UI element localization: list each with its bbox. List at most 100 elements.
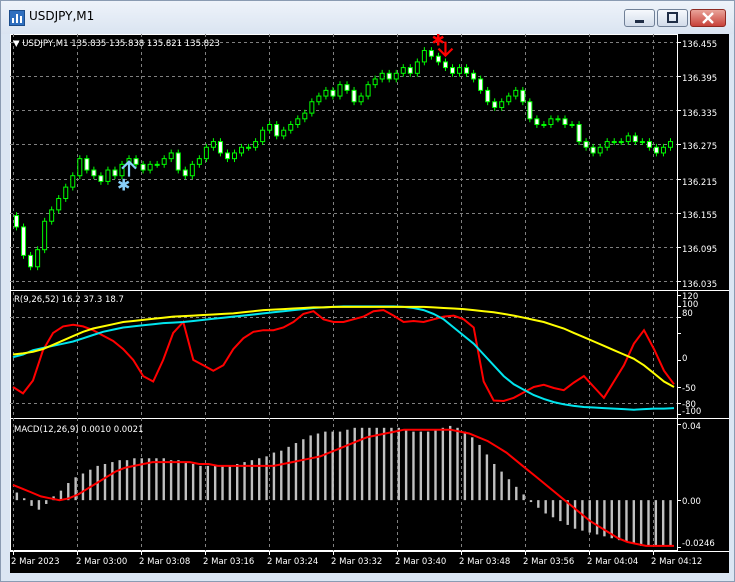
candle: [133, 158, 139, 165]
candle: [653, 146, 659, 154]
candle: [232, 152, 238, 160]
chart-icon: [9, 10, 25, 26]
candle: [541, 124, 547, 127]
rsi-tick: 0: [682, 354, 688, 364]
plot-border: [10, 34, 678, 551]
macd-histogram-bar: [147, 458, 151, 501]
candle: [302, 112, 308, 120]
macd-histogram-bar: [522, 494, 525, 501]
candle: [337, 84, 343, 97]
candle: [323, 89, 329, 97]
macd-histogram-bar: [573, 500, 577, 529]
macd-histogram-bar: [103, 463, 107, 501]
macd-histogram-bar: [544, 500, 547, 514]
macd-histogram-bar: [441, 427, 445, 501]
candle: [210, 141, 216, 148]
candle: [140, 163, 146, 171]
candle: [464, 67, 470, 74]
macd-histogram-bar: [37, 500, 41, 510]
candle: [407, 67, 413, 74]
candle: [660, 146, 666, 154]
price-tick: 136.275: [682, 142, 718, 152]
candle: [372, 78, 378, 86]
close-icon: [702, 12, 714, 24]
candle: [506, 95, 512, 103]
macd-histogram-bar: [23, 498, 26, 501]
macd-histogram-bar: [368, 427, 371, 501]
candle: [449, 67, 455, 74]
candle: [435, 55, 441, 63]
macd-histogram-bar: [309, 435, 312, 501]
macd-histogram-bar: [324, 431, 327, 501]
macd-tick: 0.00: [682, 497, 701, 507]
macd-histogram-bar: [213, 465, 217, 501]
candle: [295, 118, 301, 126]
macd-histogram-bar: [639, 500, 643, 546]
macd-histogram-bar: [412, 431, 415, 501]
candle: [569, 124, 575, 127]
price-tick: 136.395: [682, 74, 718, 84]
candle: [379, 72, 385, 80]
chart-area[interactable]: ✱ ✱ ▼ USDJPY,M1 135.835 135.838 135.821 1…: [10, 34, 729, 573]
candle: [267, 124, 273, 131]
candle: [499, 101, 505, 108]
macd-histogram-bar: [346, 429, 349, 501]
minimize-button[interactable]: [624, 9, 655, 27]
macd-histogram-bar: [515, 486, 518, 501]
macd-histogram-bar: [529, 500, 533, 503]
macd-histogram-bar: [434, 429, 437, 501]
maximize-button[interactable]: [657, 9, 688, 27]
chart-menu-icon[interactable]: ▼: [13, 39, 20, 49]
macd-histogram-bar: [338, 431, 342, 501]
rsi-tick: -50: [682, 384, 696, 394]
candle: [288, 124, 294, 131]
macd-histogram-bar: [485, 454, 489, 501]
candle: [35, 249, 41, 268]
macd-histogram-bar: [169, 460, 173, 501]
candle: [189, 163, 195, 177]
rsi-series-line: [12, 305, 675, 388]
rsi-tick: -100: [682, 407, 702, 417]
time-tick: 2 Mar 03:32: [331, 557, 383, 567]
price-tick: 136.095: [682, 245, 718, 255]
candle: [583, 141, 589, 148]
macd-histogram-bar: [316, 433, 320, 501]
title-bar[interactable]: USDJPY,M1: [1, 1, 734, 34]
candle: [246, 146, 252, 149]
time-tick: 2 Mar 03:00: [76, 557, 128, 567]
candle: [63, 186, 69, 199]
candle: [646, 141, 652, 148]
candle: [28, 254, 34, 268]
macd-histogram-bar: [162, 458, 165, 501]
macd-histogram-bar: [390, 427, 393, 501]
time-tick: 2 Mar 04:12: [651, 557, 703, 567]
time-tick: 2 Mar 03:16: [203, 557, 255, 567]
candle: [217, 141, 223, 154]
macd-histogram-bar: [243, 462, 246, 501]
chart-window: USDJPY,M1 ✱ ✱ ▼ USDJPY,M1 135.835 135.838…: [0, 0, 735, 582]
macd-histogram-bar: [610, 500, 613, 539]
close-button[interactable]: [690, 9, 726, 27]
candle: [611, 141, 617, 144]
macd-histogram-bar: [661, 500, 665, 546]
macd-histogram-bar: [272, 452, 276, 501]
candle: [49, 209, 55, 222]
candle: [260, 129, 266, 143]
candle: [330, 89, 336, 97]
macd-histogram-bar: [625, 500, 628, 543]
macd-histogram-bar: [206, 465, 210, 501]
buy-star-icon: ✱: [117, 176, 130, 195]
candle: [527, 101, 533, 120]
candle: [590, 146, 596, 154]
macd-header: MACD(12,26,9) 0.0010 0.0021: [14, 425, 144, 435]
macd-histogram-bar: [177, 460, 180, 501]
macd-histogram-bar: [478, 444, 481, 501]
candle: [14, 215, 20, 228]
macd-histogram-bar: [111, 462, 114, 501]
price-header: ▼ USDJPY,M1 135.835 135.838 135.821 135.…: [13, 39, 220, 49]
candle: [203, 146, 209, 160]
candle: [105, 169, 111, 182]
candle: [42, 220, 48, 251]
macd-histogram-bar: [287, 446, 290, 501]
candle: [147, 163, 153, 171]
